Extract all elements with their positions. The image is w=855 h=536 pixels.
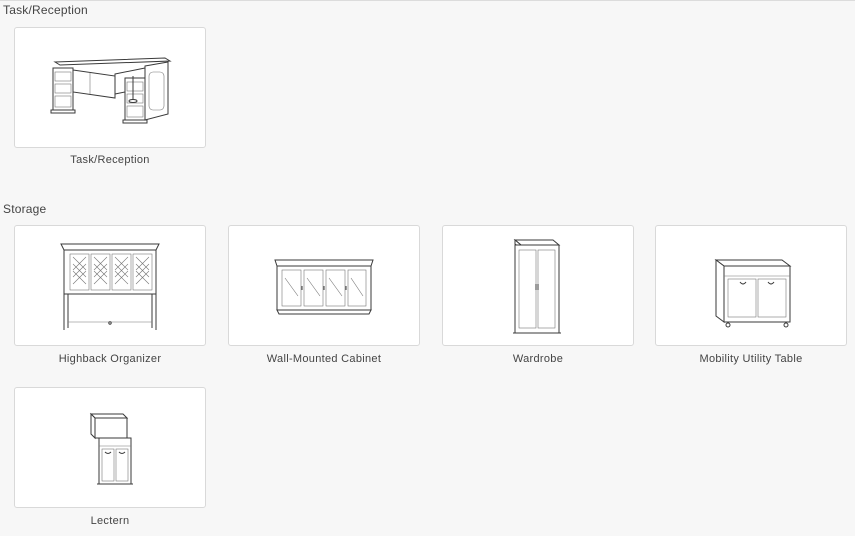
highback-organizer-icon (60, 243, 160, 330)
top-divider (0, 0, 855, 1)
lectern-icon (89, 412, 133, 485)
card-label-task-reception: Task/Reception (70, 154, 150, 166)
product-card-task-reception[interactable] (14, 27, 206, 148)
card-label-wall-mounted-cabinet: Wall-Mounted Cabinet (266, 353, 382, 365)
utility-table-icon (714, 259, 792, 328)
wardrobe-icon (513, 238, 561, 334)
product-card-highback-organizer[interactable] (14, 225, 206, 346)
section-title-storage: Storage (3, 202, 47, 216)
card-label-mobility-utility-table: Mobility Utility Table (699, 353, 803, 365)
card-label-highback-organizer: Highback Organizer (58, 353, 162, 365)
section-title-task-reception: Task/Reception (3, 3, 88, 17)
reception-desk-icon (50, 57, 172, 124)
product-card-wardrobe[interactable] (442, 225, 634, 346)
product-card-wall-mounted-cabinet[interactable] (228, 225, 420, 346)
product-card-lectern[interactable] (14, 387, 206, 508)
wall-cabinet-icon (274, 259, 374, 315)
card-label-lectern: Lectern (90, 515, 130, 527)
product-card-mobility-utility-table[interactable] (655, 225, 847, 346)
card-label-wardrobe: Wardrobe (512, 353, 564, 365)
